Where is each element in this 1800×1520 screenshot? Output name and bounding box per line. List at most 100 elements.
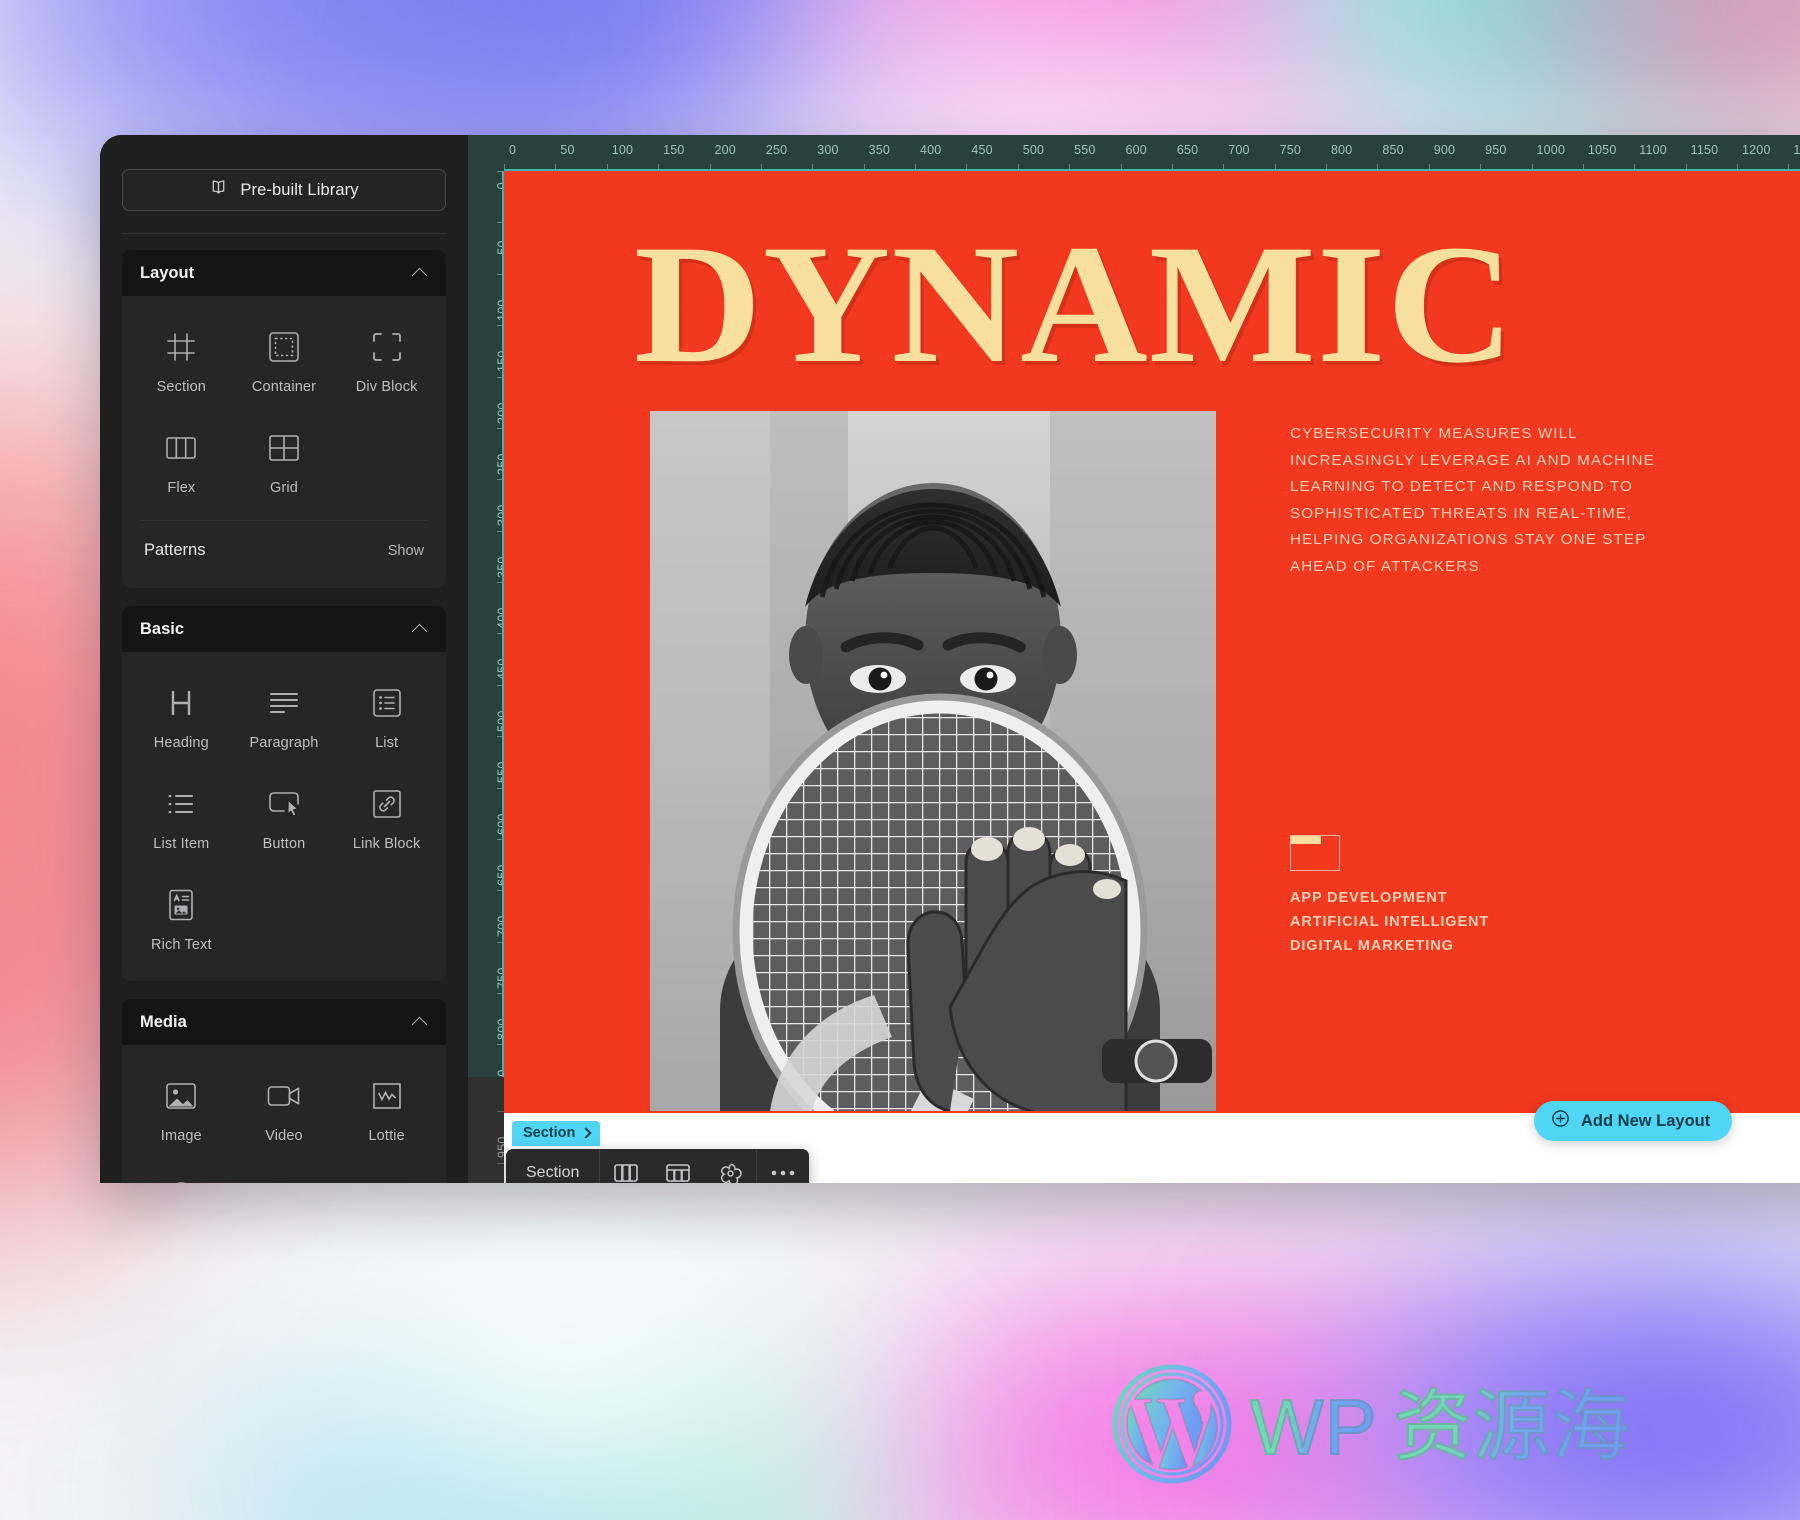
image-icon <box>160 1075 202 1117</box>
element-tile-button[interactable]: Button <box>233 769 336 870</box>
ruler-vertical-lower[interactable]: 9501000105011001150 <box>468 1077 504 1183</box>
paragraph-lines-icon <box>263 682 305 724</box>
panel-header-media[interactable]: Media <box>122 999 446 1045</box>
element-tile-list[interactable]: List <box>335 668 438 769</box>
lottie-wave-icon <box>366 1075 408 1117</box>
pre-built-library-button[interactable]: Pre-built Library <box>122 169 446 211</box>
tile-label: Div Block <box>355 379 418 395</box>
panel-title-layout: Layout <box>140 263 195 282</box>
tile-label: Heading <box>153 735 209 751</box>
hero-title[interactable]: DYNAMIC <box>634 219 1736 389</box>
grid-quad-icon <box>263 427 305 469</box>
service-item[interactable]: DIGITAL MARKETING <box>1290 934 1620 958</box>
element-tile-container[interactable]: Container <box>233 312 336 413</box>
element-tile-div-block[interactable]: Div Block <box>335 312 438 413</box>
element-tile-image[interactable]: Image <box>130 1061 233 1162</box>
heading-h-icon <box>160 682 202 724</box>
plus-circle-icon <box>1551 1109 1570 1133</box>
patterns-show-link[interactable]: Show <box>388 543 424 559</box>
services-list: APP DEVELOPMENT ARTIFICIAL INTELLIGENT D… <box>1290 835 1620 958</box>
page-canvas: DYNAMIC CYBERSECURITY MEASURES WILL INCR… <box>504 171 1800 1183</box>
tile-label: Image <box>160 1128 202 1144</box>
hero-section[interactable]: DYNAMIC CYBERSECURITY MEASURES WILL INCR… <box>504 171 1800 1113</box>
tile-label: Video <box>265 1128 303 1144</box>
accent-swatch <box>1290 835 1340 871</box>
tile-label: Flex <box>167 480 196 496</box>
ruler-corner <box>468 135 504 171</box>
add-new-layout-label: Add New Layout <box>1581 1111 1711 1130</box>
element-tile-partial-b[interactable] <box>233 1162 336 1183</box>
panel-body-basic: Heading Paragraph List List Item Button … <box>122 652 446 981</box>
app-window: Pre-built Library Layout Section Contain… <box>100 135 1800 1183</box>
watermark: WP 资源海 <box>1110 1362 1631 1491</box>
service-item[interactable]: ARTIFICIAL INTELLIGENT <box>1290 910 1620 934</box>
section-badge[interactable]: Section <box>512 1121 601 1146</box>
section-toolbar-label[interactable]: Section <box>506 1149 601 1183</box>
list-item-icon <box>160 783 202 825</box>
section-toolbar: Section <box>506 1149 810 1183</box>
service-item[interactable]: APP DEVELOPMENT <box>1290 886 1620 910</box>
flex-columns-icon <box>160 427 202 469</box>
patterns-label: Patterns <box>144 541 206 559</box>
element-tile-list-item[interactable]: List Item <box>130 769 233 870</box>
elements-sidebar: Pre-built Library Layout Section Contain… <box>100 135 468 1183</box>
tile-label: Paragraph <box>249 735 319 751</box>
panel-header-layout[interactable]: Layout <box>122 250 446 296</box>
columns-layout-icon[interactable] <box>600 1149 652 1183</box>
section-grid-icon <box>160 326 202 368</box>
tile-label: List <box>375 735 399 751</box>
wordpress-logo <box>1110 1362 1234 1491</box>
add-new-layout-button[interactable]: Add New Layout <box>1534 1101 1733 1141</box>
panel-basic: Basic Heading Paragraph List List Item B… <box>122 606 446 981</box>
element-tile-flex[interactable]: Flex <box>130 413 233 514</box>
tile-label: Container <box>251 379 317 395</box>
element-tile-heading[interactable]: Heading <box>130 668 233 769</box>
media-square-icon <box>263 1176 305 1183</box>
watermark-text-en: WP <box>1249 1382 1378 1471</box>
panel-media: Media Image Video Lottie <box>122 999 446 1183</box>
video-camera-icon <box>263 1075 305 1117</box>
button-cursor-icon <box>263 783 305 825</box>
tile-label: Grid <box>269 480 298 496</box>
grid-layout-icon[interactable] <box>652 1149 704 1183</box>
watermark-text-cn: 资源海 <box>1393 1381 1631 1472</box>
ellipsis-icon[interactable] <box>757 1149 809 1183</box>
book-icon <box>209 178 228 202</box>
panel-body-media: Image Video Lottie <box>122 1045 446 1183</box>
section-badge-label: Section <box>523 1125 576 1141</box>
element-tile-video[interactable]: Video <box>233 1061 336 1162</box>
panel-header-basic[interactable]: Basic <box>122 606 446 652</box>
panel-body-layout: Section Container Div Block Flex Grid Pa… <box>122 296 446 588</box>
tile-label: Section <box>156 379 207 395</box>
chevron-up-icon[interactable] <box>413 1015 428 1030</box>
athlete-portrait-image <box>650 411 1216 1111</box>
ai-spiral-icon[interactable] <box>704 1149 756 1183</box>
chevron-right-icon <box>580 1127 593 1139</box>
hero-photo[interactable] <box>650 411 1216 1111</box>
element-tile-rich-text[interactable]: Rich Text <box>130 870 233 971</box>
list-box-icon <box>366 682 408 724</box>
ruler-horizontal[interactable]: 0 50 100 150 200 250 300 350 400 450 500 550 600 650 7… <box>504 135 1800 171</box>
tile-label: Link Block <box>352 836 421 852</box>
element-tile-link-block[interactable]: Link Block <box>335 769 438 870</box>
element-tile-lottie[interactable]: Lottie <box>335 1061 438 1162</box>
chevron-up-icon[interactable] <box>413 622 428 637</box>
panel-title-media: Media <box>140 1012 187 1031</box>
tile-label: List Item <box>153 836 210 852</box>
panel-title-basic: Basic <box>140 619 185 638</box>
hero-paragraph[interactable]: CYBERSECURITY MEASURES WILL INCREASINGLY… <box>1290 421 1680 580</box>
chevron-up-icon[interactable] <box>413 266 428 281</box>
element-tile-partial-a[interactable] <box>130 1162 233 1183</box>
element-tile-paragraph[interactable]: Paragraph <box>233 668 336 769</box>
div-block-icon <box>366 326 408 368</box>
element-tile-section[interactable]: Section <box>130 312 233 413</box>
heart-circle-icon <box>160 1176 202 1183</box>
link-chain-icon <box>366 783 408 825</box>
sidebar-divider <box>122 233 446 234</box>
tile-label: Button <box>262 836 306 852</box>
element-tile-grid[interactable]: Grid <box>233 413 336 514</box>
ruler-vertical[interactable]: 0501001502002503003504004505005506006507… <box>468 171 504 1183</box>
panel-layout: Layout Section Container Div Block Flex … <box>122 250 446 588</box>
canvas-area: 0 50 100 150 200 250 300 350 400 450 500 550 600 650 7… <box>468 135 1800 1183</box>
container-dashed-icon <box>263 326 305 368</box>
